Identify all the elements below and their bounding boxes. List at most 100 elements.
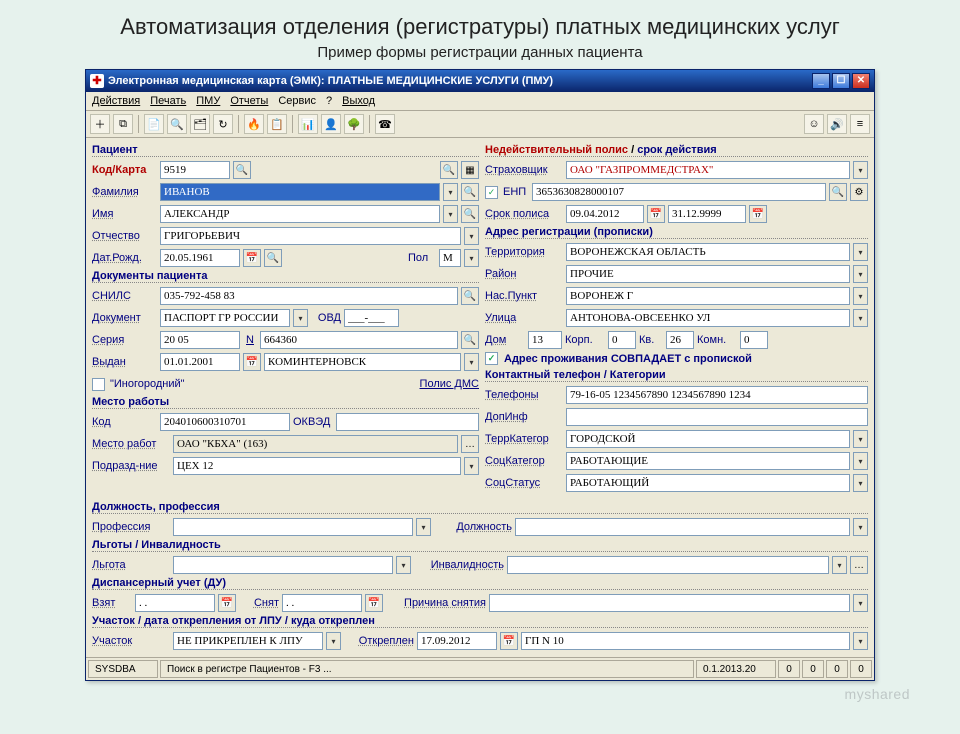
docnum-input[interactable]: [260, 331, 458, 349]
socstat-input[interactable]: [566, 474, 850, 492]
removed-cal[interactable]: 📅: [365, 594, 383, 612]
tool-3[interactable]: 📄: [144, 114, 164, 134]
tool-2[interactable]: ⧉: [113, 114, 133, 134]
kv-input[interactable]: [666, 331, 694, 349]
tool-10[interactable]: 👤: [321, 114, 341, 134]
pos-dd[interactable]: [853, 518, 868, 536]
menu-exit[interactable]: Выход: [342, 95, 375, 107]
tool-11[interactable]: 🌳: [344, 114, 364, 134]
surname-dd[interactable]: [443, 183, 458, 201]
kod-karta-input[interactable]: [160, 161, 230, 179]
qr-btn[interactable]: ▦: [461, 161, 479, 179]
menu-reports[interactable]: Отчеты: [230, 95, 268, 107]
korp-input[interactable]: [608, 331, 636, 349]
phone-input[interactable]: [566, 386, 868, 404]
ovd-input[interactable]: [344, 309, 399, 327]
address-match-check[interactable]: ✓: [485, 352, 498, 365]
pos-input[interactable]: [515, 518, 850, 536]
term-from-input[interactable]: [566, 205, 644, 223]
reason-input[interactable]: [489, 594, 850, 612]
issued-date-input[interactable]: [160, 353, 240, 371]
sockat-input[interactable]: [566, 452, 850, 470]
sex-dd[interactable]: [464, 249, 479, 267]
city-input[interactable]: [566, 287, 850, 305]
menu-actions[interactable]: Действия: [92, 95, 140, 107]
dopinf-input[interactable]: [566, 408, 868, 426]
tool-6[interactable]: ↻: [213, 114, 233, 134]
insurer-dd[interactable]: [853, 161, 868, 179]
tool-1[interactable]: ＋: [90, 114, 110, 134]
surname-input[interactable]: [160, 183, 440, 201]
tool-14[interactable]: 🔊: [827, 114, 847, 134]
name-input[interactable]: [160, 205, 440, 223]
inv-btn[interactable]: …: [850, 556, 868, 574]
enp-btn1[interactable]: 🔍: [829, 183, 847, 201]
maximize-button[interactable]: ☐: [832, 73, 850, 89]
tool-5[interactable]: 🗂: [190, 114, 210, 134]
snils-input[interactable]: [160, 287, 458, 305]
socstat-dd[interactable]: [853, 474, 868, 492]
uchastok-input[interactable]: [173, 632, 323, 650]
territory-input[interactable]: [566, 243, 850, 261]
terrkat-input[interactable]: [566, 430, 850, 448]
menu-print[interactable]: Печать: [150, 95, 186, 107]
room-input[interactable]: [740, 331, 768, 349]
doc-input[interactable]: [160, 309, 290, 327]
minimize-button[interactable]: _: [812, 73, 830, 89]
prof-input[interactable]: [173, 518, 413, 536]
snils-btn[interactable]: 🔍: [461, 287, 479, 305]
territory-dd[interactable]: [853, 243, 868, 261]
name-dd[interactable]: [443, 205, 458, 223]
house-input[interactable]: [528, 331, 562, 349]
reason-dd[interactable]: [853, 594, 868, 612]
menu-help[interactable]: ?: [326, 95, 332, 107]
workplace-input[interactable]: [173, 435, 458, 453]
docnum-btn[interactable]: 🔍: [461, 331, 479, 349]
tool-7[interactable]: 🔥: [244, 114, 264, 134]
menu-pmu[interactable]: ПМУ: [196, 95, 220, 107]
enp-input[interactable]: [532, 183, 826, 201]
okved-input[interactable]: [336, 413, 479, 431]
birthdate-btn[interactable]: 🔍: [264, 249, 282, 267]
city-dd[interactable]: [853, 287, 868, 305]
uch-dd[interactable]: [326, 632, 341, 650]
kod-search-btn[interactable]: 🔍: [233, 161, 251, 179]
prof-dd[interactable]: [416, 518, 431, 536]
patr-dd[interactable]: [464, 227, 479, 245]
street-input[interactable]: [566, 309, 850, 327]
tool-4[interactable]: 🔍: [167, 114, 187, 134]
taken-cal[interactable]: 📅: [218, 594, 236, 612]
birthdate-input[interactable]: [160, 249, 240, 267]
sockat-dd[interactable]: [853, 452, 868, 470]
tool-12[interactable]: ☎: [375, 114, 395, 134]
street-dd[interactable]: [853, 309, 868, 327]
otkrep-dd[interactable]: [853, 632, 868, 650]
issued-cal[interactable]: 📅: [243, 353, 261, 371]
term-from-cal[interactable]: 📅: [647, 205, 665, 223]
inv-dd[interactable]: [832, 556, 847, 574]
inogorodniy-check[interactable]: [92, 378, 105, 391]
otkrep-date-input[interactable]: [417, 632, 497, 650]
name-btn[interactable]: 🔍: [461, 205, 479, 223]
issued-by-input[interactable]: [264, 353, 461, 371]
otkrep-cal[interactable]: 📅: [500, 632, 518, 650]
lgota-dd[interactable]: [396, 556, 411, 574]
raion-dd[interactable]: [853, 265, 868, 283]
surname-btn[interactable]: 🔍: [461, 183, 479, 201]
tool-13[interactable]: ☺: [804, 114, 824, 134]
terrkat-dd[interactable]: [853, 430, 868, 448]
tool-8[interactable]: 📋: [267, 114, 287, 134]
issued-dd[interactable]: [464, 353, 479, 371]
term-to-input[interactable]: [668, 205, 746, 223]
tool-9[interactable]: 📊: [298, 114, 318, 134]
series-input[interactable]: [160, 331, 240, 349]
patronymic-input[interactable]: [160, 227, 461, 245]
close-button[interactable]: ✕: [852, 73, 870, 89]
polis-dms-link[interactable]: Полис ДМС: [420, 378, 479, 390]
sex-input[interactable]: [439, 249, 461, 267]
raion-input[interactable]: [566, 265, 850, 283]
removed-input[interactable]: [282, 594, 362, 612]
term-to-cal[interactable]: 📅: [749, 205, 767, 223]
workplace-btn[interactable]: …: [461, 435, 479, 453]
unit-dd[interactable]: [464, 457, 479, 475]
